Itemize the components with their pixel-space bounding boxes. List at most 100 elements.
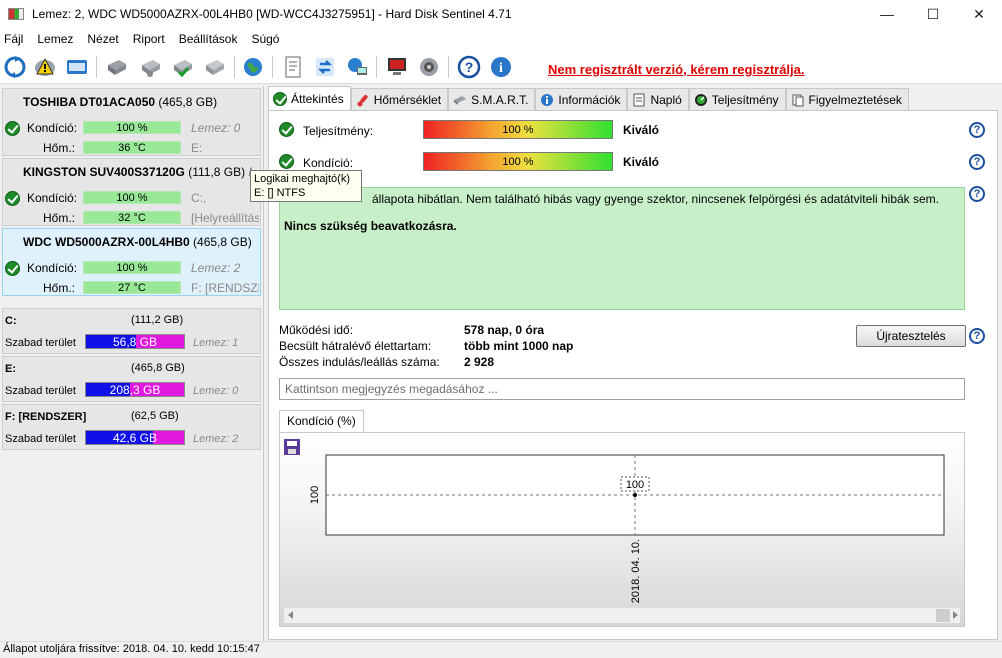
tab-log[interactable]: Napló	[627, 88, 689, 110]
temp-bar: 27 °C	[83, 281, 181, 294]
menu-view[interactable]: Nézet	[80, 32, 125, 46]
report-icon[interactable]	[280, 54, 306, 80]
disk-entry-toshiba[interactable]: TOSHIBA DT01ACA050 (465,8 GB) Kondíció: …	[2, 88, 261, 156]
performance-rating: Kiváló	[623, 123, 660, 137]
disk-entry-kingston[interactable]: KINGSTON SUV400S37120G (111,8 GB) L Kond…	[2, 158, 261, 226]
check-ok-icon	[279, 122, 294, 137]
thermometer-icon	[357, 94, 368, 106]
horizontal-scrollbar[interactable]	[284, 608, 960, 623]
volume-disk: Lemez: 0	[193, 385, 239, 397]
condition-chart: 100 100 2018. 04. 10.	[284, 439, 960, 623]
volume-name: C:	[5, 315, 17, 327]
overview-panel: Teljesítmény: 100 % Kiváló ? Kondíció: 1…	[268, 110, 998, 640]
menu-report[interactable]: Riport	[126, 32, 172, 46]
temp-bar: 32 °C	[83, 211, 181, 224]
condition-bar: 100 %	[83, 191, 181, 204]
svg-text:?: ?	[465, 59, 474, 75]
disk-name: WDC WD5000AZRX-00L4HB0 (465,8 GB)	[23, 235, 252, 249]
sync-icon[interactable]	[312, 54, 338, 80]
disk-tool-icon[interactable]	[202, 54, 228, 80]
menu-settings[interactable]: Beállítások	[172, 32, 245, 46]
volume-disk: Lemez: 2	[193, 433, 239, 445]
free-space-label: Szabad terület	[5, 337, 76, 349]
unregistered-link[interactable]: Nem regisztrált verzió, kérem regisztrál…	[548, 62, 805, 77]
disk-entry-wdc[interactable]: WDC WD5000AZRX-00L4HB0 (465,8 GB) Kondíc…	[2, 228, 261, 296]
partition-list: [Helyreállítás	[191, 211, 259, 225]
temp-label: Hőm.:	[43, 211, 76, 225]
x-tick-label: 2018. 04. 10.	[630, 539, 642, 603]
warning-disk-icon[interactable]	[32, 54, 58, 80]
tab-alerts[interactable]: Figyelmeztetések	[785, 88, 909, 110]
help-icon[interactable]: ?	[969, 328, 985, 344]
log-icon	[633, 93, 645, 106]
minimize-button[interactable]: —	[864, 0, 910, 28]
condition-bar: 100 %	[423, 152, 613, 171]
temp-label: Hőm.:	[43, 141, 76, 155]
title-bar: Lemez: 2, WDC WD5000AZRX-00L4HB0 [WD-WCC…	[0, 0, 1002, 28]
tab-overview[interactable]: Áttekintés	[268, 86, 351, 110]
tooltip-line: E: [] NTFS	[254, 187, 306, 199]
toolbar: ? i	[0, 50, 1002, 84]
alert-monitor-icon[interactable]	[384, 54, 410, 80]
check-ok-icon	[279, 154, 294, 169]
scroll-thumb[interactable]	[936, 609, 950, 622]
help-icon[interactable]: ?	[456, 54, 482, 80]
free-space-bar: 208,3 GB	[85, 382, 185, 397]
help-icon[interactable]: ?	[969, 154, 985, 170]
disk-gray-icon[interactable]	[104, 54, 130, 80]
menu-disk[interactable]: Lemez	[30, 32, 80, 46]
globe-icon[interactable]	[240, 54, 266, 80]
temp-label: Hőm.:	[43, 281, 76, 295]
startstop-label: Összes indulás/leállás száma:	[279, 355, 440, 369]
note-input[interactable]: Kattintson megjegyzés megadásához ...	[279, 378, 965, 400]
data-point	[633, 493, 637, 497]
condition-label: Kondíció:	[27, 191, 78, 205]
speaker-icon[interactable]	[416, 54, 442, 80]
volume-size: (62,5 GB)	[131, 410, 179, 422]
uptime-label: Működési idő:	[279, 323, 354, 337]
svg-text:i: i	[499, 61, 503, 76]
tab-information[interactable]: Információk	[535, 88, 628, 110]
retest-button[interactable]: Újratesztelés	[856, 325, 966, 347]
tab-temperature[interactable]: Hőmérséklet	[350, 88, 449, 110]
volume-name: E:	[5, 363, 16, 375]
volume-name: F: [RENDSZER]	[5, 411, 87, 423]
partition-list: E:	[191, 141, 203, 155]
status-recommendation: Nincs szükség beavatkozásra.	[284, 219, 457, 233]
disk-info-icon[interactable]	[64, 54, 90, 80]
help-icon[interactable]: ?	[969, 122, 985, 138]
disk-name: KINGSTON SUV400S37120G (111,8 GB) L	[23, 165, 256, 179]
tooltip-line: Logikai meghajtó(k)	[254, 173, 350, 185]
tab-smart[interactable]: S.M.A.R.T.	[448, 88, 536, 110]
disk-test-icon[interactable]	[138, 54, 164, 80]
refresh-icon[interactable]	[2, 54, 28, 80]
close-button[interactable]: ✕	[956, 0, 1002, 28]
info-icon[interactable]: i	[488, 54, 514, 80]
menu-help[interactable]: Súgó	[244, 32, 286, 46]
alerts-icon	[792, 94, 803, 106]
performance-label: Teljesítmény:	[303, 124, 374, 138]
volume-size: (111,2 GB)	[131, 314, 184, 326]
window-title: Lemez: 2, WDC WD5000AZRX-00L4HB0 [WD-WCC…	[32, 7, 512, 21]
condition-rating: Kiváló	[623, 155, 660, 169]
app-icon	[8, 8, 24, 20]
disk-name: TOSHIBA DT01ACA050 (465,8 GB)	[23, 95, 218, 109]
help-icon[interactable]: ?	[969, 186, 985, 202]
condition-label: Kondíció:	[27, 261, 78, 275]
tab-performance[interactable]: Teljesítmény	[688, 88, 786, 110]
menu-file[interactable]: Fájl	[0, 32, 30, 46]
data-label: 100	[626, 479, 644, 491]
uptime-value: 578 nap, 0 óra	[464, 323, 545, 337]
free-space-label: Szabad terület	[5, 385, 76, 397]
volume-entry-e[interactable]: E: (465,8 GB) Szabad terület 208,3 GB Le…	[2, 356, 261, 402]
tab-condition-graph[interactable]: Kondíció (%)	[279, 410, 364, 432]
disk-check-icon[interactable]	[170, 54, 196, 80]
volume-entry-f[interactable]: F: [RENDSZER] (62,5 GB) Szabad terület 4…	[2, 404, 261, 450]
network-icon[interactable]	[344, 54, 370, 80]
disk-icon	[454, 95, 467, 105]
volume-size: (465,8 GB)	[131, 362, 185, 374]
maximize-button[interactable]: ☐	[910, 0, 956, 28]
partition-list: F: [RENDSZER	[191, 281, 259, 295]
menu-bar: Fájl Lemez Nézet Riport Beállítások Súgó	[0, 28, 1002, 50]
volume-entry-c[interactable]: C: (111,2 GB) Szabad terület 56,8 GB Lem…	[2, 308, 261, 354]
